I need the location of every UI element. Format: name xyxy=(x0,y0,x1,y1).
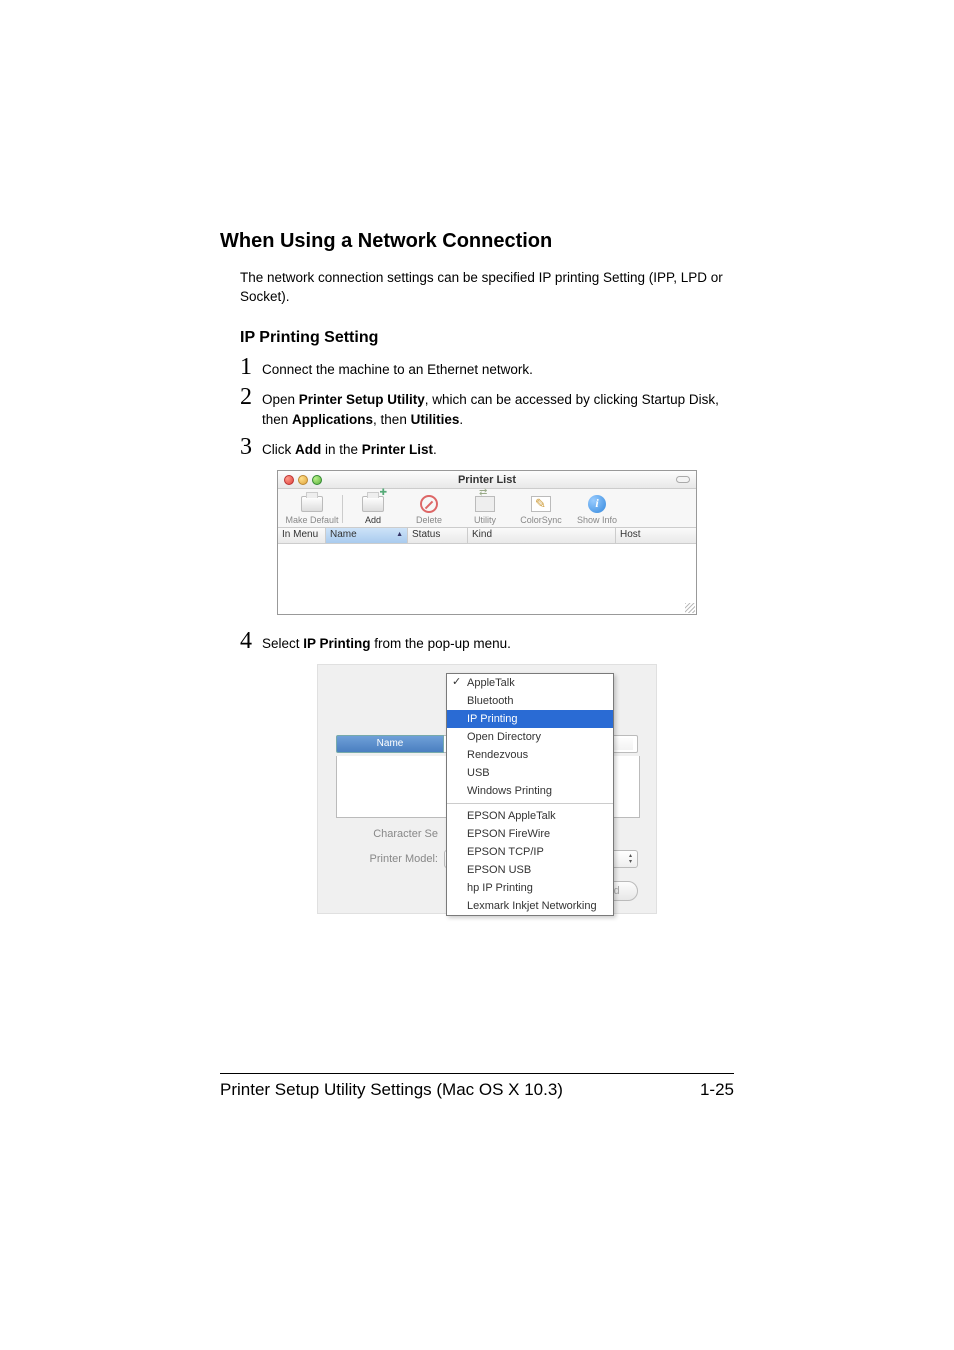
toolbar-toggle-icon[interactable] xyxy=(676,476,690,483)
col-in-menu[interactable]: In Menu xyxy=(278,528,326,543)
step-number: 1 xyxy=(240,355,262,379)
menu-item-epson-firewire[interactable]: EPSON FireWire xyxy=(447,825,613,843)
step-number: 2 xyxy=(240,385,262,409)
connection-type-menu: AppleTalk Bluetooth IP Printing Open Dir… xyxy=(446,673,614,916)
printer-model-label: Printer Model: xyxy=(336,853,444,865)
menu-item-appletalk[interactable]: AppleTalk xyxy=(447,674,613,692)
colorsync-icon xyxy=(531,496,551,512)
toolbar-label: Show Info xyxy=(577,515,617,525)
text: in the xyxy=(321,442,362,457)
printer-add-icon xyxy=(362,496,384,512)
heading-h3: IP Printing Setting xyxy=(240,329,734,347)
text: , then xyxy=(373,412,411,427)
text: Select xyxy=(262,636,303,651)
add-printer-sheet: Name Character Se Printer Model: Add App… xyxy=(317,664,657,914)
text: . xyxy=(433,442,437,457)
add-button[interactable]: Add xyxy=(345,493,401,525)
menu-item-lexmark[interactable]: Lexmark Inkjet Networking xyxy=(447,897,613,915)
step-number: 3 xyxy=(240,435,262,459)
footer-right: 1-25 xyxy=(700,1080,734,1100)
col-kind[interactable]: Kind xyxy=(468,528,616,543)
bold-text: Printer Setup Utility xyxy=(299,392,425,407)
menu-item-windows-printing[interactable]: Windows Printing xyxy=(447,782,613,800)
menu-item-rendezvous[interactable]: Rendezvous xyxy=(447,746,613,764)
col-host[interactable]: Host xyxy=(616,528,696,543)
heading-h2: When Using a Network Connection xyxy=(220,230,734,253)
bold-text: Printer List xyxy=(362,442,433,457)
printer-icon xyxy=(301,496,323,512)
charset-label: Character Se xyxy=(336,828,444,840)
menu-item-bluetooth[interactable]: Bluetooth xyxy=(447,692,613,710)
menu-item-epson-appletalk[interactable]: EPSON AppleTalk xyxy=(447,807,613,825)
menu-item-epson-tcpip[interactable]: EPSON TCP/IP xyxy=(447,843,613,861)
info-icon: i xyxy=(588,495,606,513)
delete-button[interactable]: Delete xyxy=(401,493,457,525)
step-3: 3 Click Add in the Printer List. xyxy=(240,435,734,460)
toolbar-label: ColorSync xyxy=(520,515,562,525)
menu-separator xyxy=(447,803,613,804)
show-info-button[interactable]: i Show Info xyxy=(569,493,625,525)
toolbar-label: Make Default xyxy=(285,515,338,525)
toolbar: Make Default Add Delete Utility Col xyxy=(278,489,696,528)
page: When Using a Network Connection The netw… xyxy=(0,0,954,1350)
step-2: 2 Open Printer Setup Utility, which can … xyxy=(240,385,734,429)
menu-item-epson-usb[interactable]: EPSON USB xyxy=(447,861,613,879)
column-headers: In Menu Name Status Kind Host xyxy=(278,528,696,544)
menu-item-hp-ip-printing[interactable]: hp IP Printing xyxy=(447,879,613,897)
step-4: 4 Select IP Printing from the pop-up men… xyxy=(240,629,734,654)
menu-item-ip-printing[interactable]: IP Printing xyxy=(447,710,613,728)
bold-text: Add xyxy=(295,442,321,457)
bold-text: Applications xyxy=(292,412,373,427)
footer-left: Printer Setup Utility Settings (Mac OS X… xyxy=(220,1080,563,1100)
list-body xyxy=(278,544,696,614)
text: Click xyxy=(262,442,295,457)
figure-popup-menu: Name Character Se Printer Model: Add App… xyxy=(240,664,734,914)
text: Open xyxy=(262,392,299,407)
text: from the pop-up menu. xyxy=(371,636,511,651)
toolbar-label: Delete xyxy=(416,515,442,525)
page-footer: Printer Setup Utility Settings (Mac OS X… xyxy=(220,1073,734,1100)
printer-list-window: Printer List Make Default Add Delete xyxy=(277,470,697,615)
menu-item-open-directory[interactable]: Open Directory xyxy=(447,728,613,746)
text: . xyxy=(459,412,463,427)
col-name[interactable]: Name xyxy=(326,528,408,543)
step-text: Click Add in the Printer List. xyxy=(262,436,437,460)
step-1: 1 Connect the machine to an Ethernet net… xyxy=(240,355,734,380)
col-status[interactable]: Status xyxy=(408,528,468,543)
step-text: Open Printer Setup Utility, which can be… xyxy=(262,386,734,429)
step-number: 4 xyxy=(240,629,262,653)
step-text: Connect the machine to an Ethernet netwo… xyxy=(262,356,533,380)
step-text: Select IP Printing from the pop-up menu. xyxy=(262,630,511,654)
intro-paragraph: The network connection settings can be s… xyxy=(240,269,734,307)
colorsync-button[interactable]: ColorSync xyxy=(513,493,569,525)
bold-text: IP Printing xyxy=(303,636,370,651)
toolbar-label: Utility xyxy=(474,515,496,525)
toolbar-label: Add xyxy=(365,515,381,525)
window-title: Printer List xyxy=(278,474,696,486)
utility-icon xyxy=(475,496,495,512)
separator xyxy=(342,495,343,523)
delete-icon xyxy=(420,495,438,513)
figure-printer-list: Printer List Make Default Add Delete xyxy=(240,470,734,615)
utility-button[interactable]: Utility xyxy=(457,493,513,525)
make-default-button[interactable]: Make Default xyxy=(284,493,340,525)
menu-item-usb[interactable]: USB xyxy=(447,764,613,782)
name-header[interactable]: Name xyxy=(336,735,444,753)
bold-text: Utilities xyxy=(411,412,460,427)
